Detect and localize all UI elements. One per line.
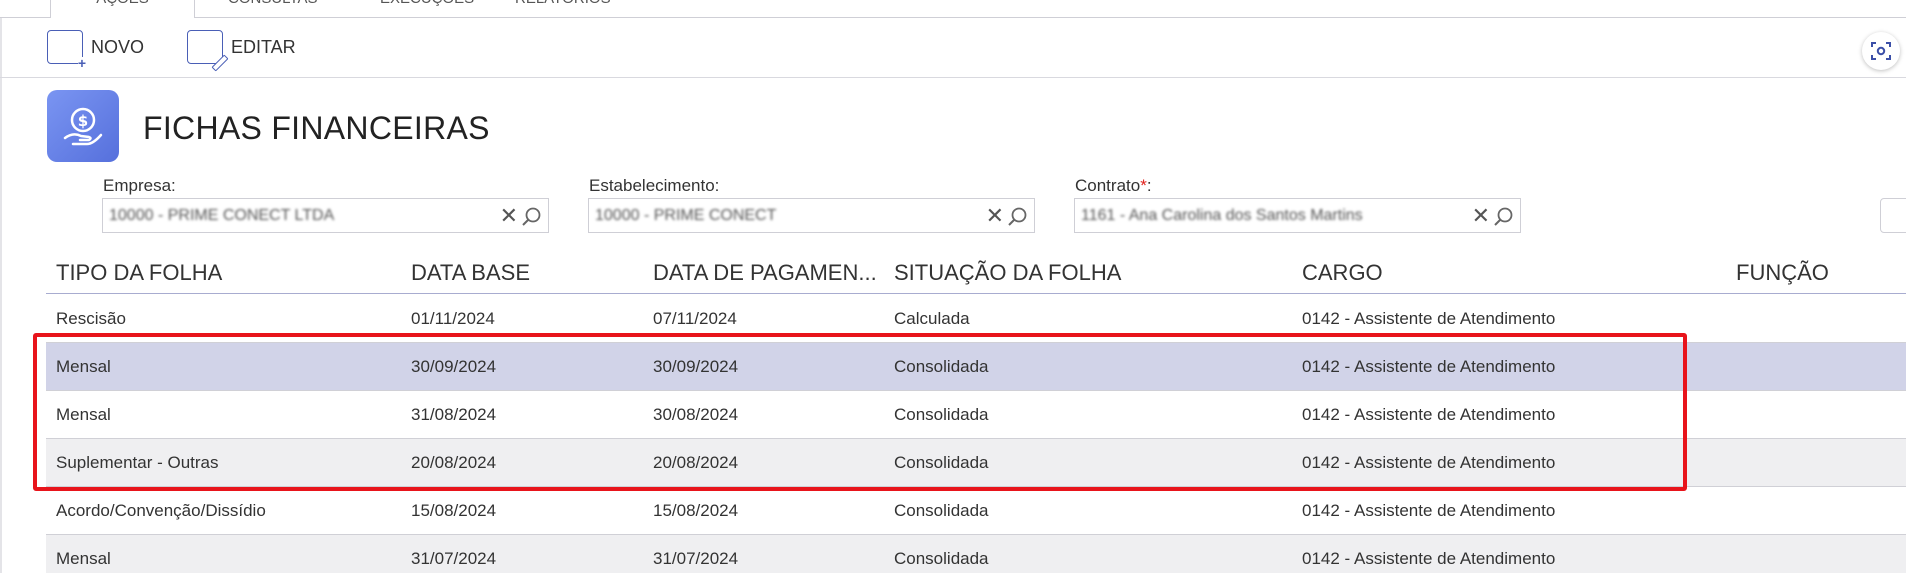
estabelecimento-value: 10000 - PRIME CONECT [595,207,777,224]
left-border [0,18,2,573]
table-row[interactable]: Mensal 31/07/2024 31/07/2024 Consolidada… [46,535,1906,573]
tab-relatorios[interactable]: RELATÓRIOS [507,0,619,18]
cell-tipo: Mensal [56,405,111,424]
cell-situacao: Calculada [894,309,970,328]
cell-tipo: Acordo/Convenção/Dissídio [56,501,266,520]
fichas-financeiras-icon: $ [47,90,119,162]
cell-cargo: 0142 - Assistente de Atendimento [1302,453,1556,472]
required-mark: * [1140,176,1147,195]
column-header-cargo[interactable]: CARGO [1302,260,1383,286]
cell-data-pagamento: 30/08/2024 [653,405,739,424]
cell-cargo: 0142 - Assistente de Atendimento [1302,549,1556,568]
search-icon[interactable] [1006,205,1030,229]
cell-data-base: 20/08/2024 [411,453,497,472]
scan-icon [1871,42,1891,60]
editar-button[interactable]: EDITAR [187,28,296,72]
editar-label: EDITAR [231,36,296,57]
estabelecimento-label: Estabelecimento: [589,176,720,195]
cell-data-base: 01/11/2024 [411,309,495,328]
search-icon[interactable] [1492,205,1516,229]
table-row[interactable]: Acordo/Convenção/Dissídio 15/08/2024 15/… [46,487,1906,535]
edit-pencil-icon [187,30,229,72]
cell-data-base: 30/09/2024 [411,357,497,376]
clear-icon[interactable]: ✕ [1472,204,1490,228]
estabelecimento-field[interactable]: 10000 - PRIME CONECT ✕ [588,198,1035,233]
column-header-data-pagamento[interactable]: DATA DE PAGAMEN... [653,260,877,286]
cell-data-base: 31/07/2024 [411,549,497,568]
cell-situacao: Consolidada [894,405,989,424]
empresa-value: 10000 - PRIME CONECT LTDA [109,207,335,224]
cell-data-pagamento: 07/11/2024 [653,309,737,328]
empresa-label: Empresa: [103,176,176,195]
cell-cargo: 0142 - Assistente de Atendimento [1302,357,1556,376]
search-icon[interactable] [520,205,544,229]
toolbar: + NOVO EDITAR [0,18,1906,78]
cell-cargo: 0142 - Assistente de Atendimento [1302,501,1556,520]
contrato-field[interactable]: 1161 - Ana Carolina dos Santos Martins ✕ [1074,198,1521,233]
cell-data-base: 15/08/2024 [411,501,497,520]
cell-tipo: Mensal [56,357,111,376]
column-header-funcao[interactable]: FUNÇÃO [1736,260,1829,286]
cell-data-pagamento: 15/08/2024 [653,501,739,520]
cell-tipo: Mensal [56,549,111,568]
cell-data-pagamento: 20/08/2024 [653,453,739,472]
table-header: TIPO DA FOLHA DATA BASE DATA DE PAGAMEN.… [46,248,1906,294]
cell-data-pagamento: 30/09/2024 [653,357,739,376]
column-header-tipo[interactable]: TIPO DA FOLHA [56,260,222,286]
cell-situacao: Consolidada [894,357,989,376]
cell-tipo: Rescisão [56,309,126,328]
tab-consultas[interactable]: CONSULTAS [220,0,325,18]
cell-situacao: Consolidada [894,549,989,568]
svg-text:$: $ [78,112,88,130]
tab-strip: AÇÕES CONSULTAS EXECUÇÕES RELATÓRIOS [0,0,1906,18]
cell-data-base: 31/08/2024 [411,405,497,424]
novo-label: NOVO [91,36,145,57]
clear-icon[interactable]: ✕ [500,204,518,228]
cell-situacao: Consolidada [894,501,989,520]
contrato-label: Contrato*: [1075,176,1152,195]
cell-data-pagamento: 31/07/2024 [653,549,739,568]
column-header-data-base[interactable]: DATA BASE [411,260,530,286]
new-document-icon: + [47,30,86,70]
filter-action-button[interactable] [1880,198,1906,233]
page-title: FICHAS FINANCEIRAS [143,110,490,146]
column-header-situacao[interactable]: SITUAÇÃO DA FOLHA [894,260,1121,286]
novo-button[interactable]: + NOVO [47,28,145,70]
cell-cargo: 0142 - Assistente de Atendimento [1302,405,1556,424]
contrato-value: 1161 - Ana Carolina dos Santos Martins [1081,207,1363,224]
tab-execucoes[interactable]: EXECUÇÕES [372,0,482,18]
table-row[interactable]: Suplementar - Outras 20/08/2024 20/08/20… [46,439,1906,487]
table-row[interactable]: Rescisão 01/11/2024 07/11/2024 Calculada… [46,295,1906,343]
cell-tipo: Suplementar - Outras [56,453,219,472]
table-row[interactable]: Mensal 30/09/2024 30/09/2024 Consolidada… [46,343,1906,391]
empresa-field[interactable]: 10000 - PRIME CONECT LTDA ✕ [102,198,549,233]
cell-situacao: Consolidada [894,453,989,472]
screen-capture-button[interactable] [1862,32,1900,70]
cell-cargo: 0142 - Assistente de Atendimento [1302,309,1556,328]
tab-acoes[interactable]: AÇÕES [50,0,195,18]
clear-icon[interactable]: ✕ [986,204,1004,228]
table-row[interactable]: Mensal 31/08/2024 30/08/2024 Consolidada… [46,391,1906,439]
